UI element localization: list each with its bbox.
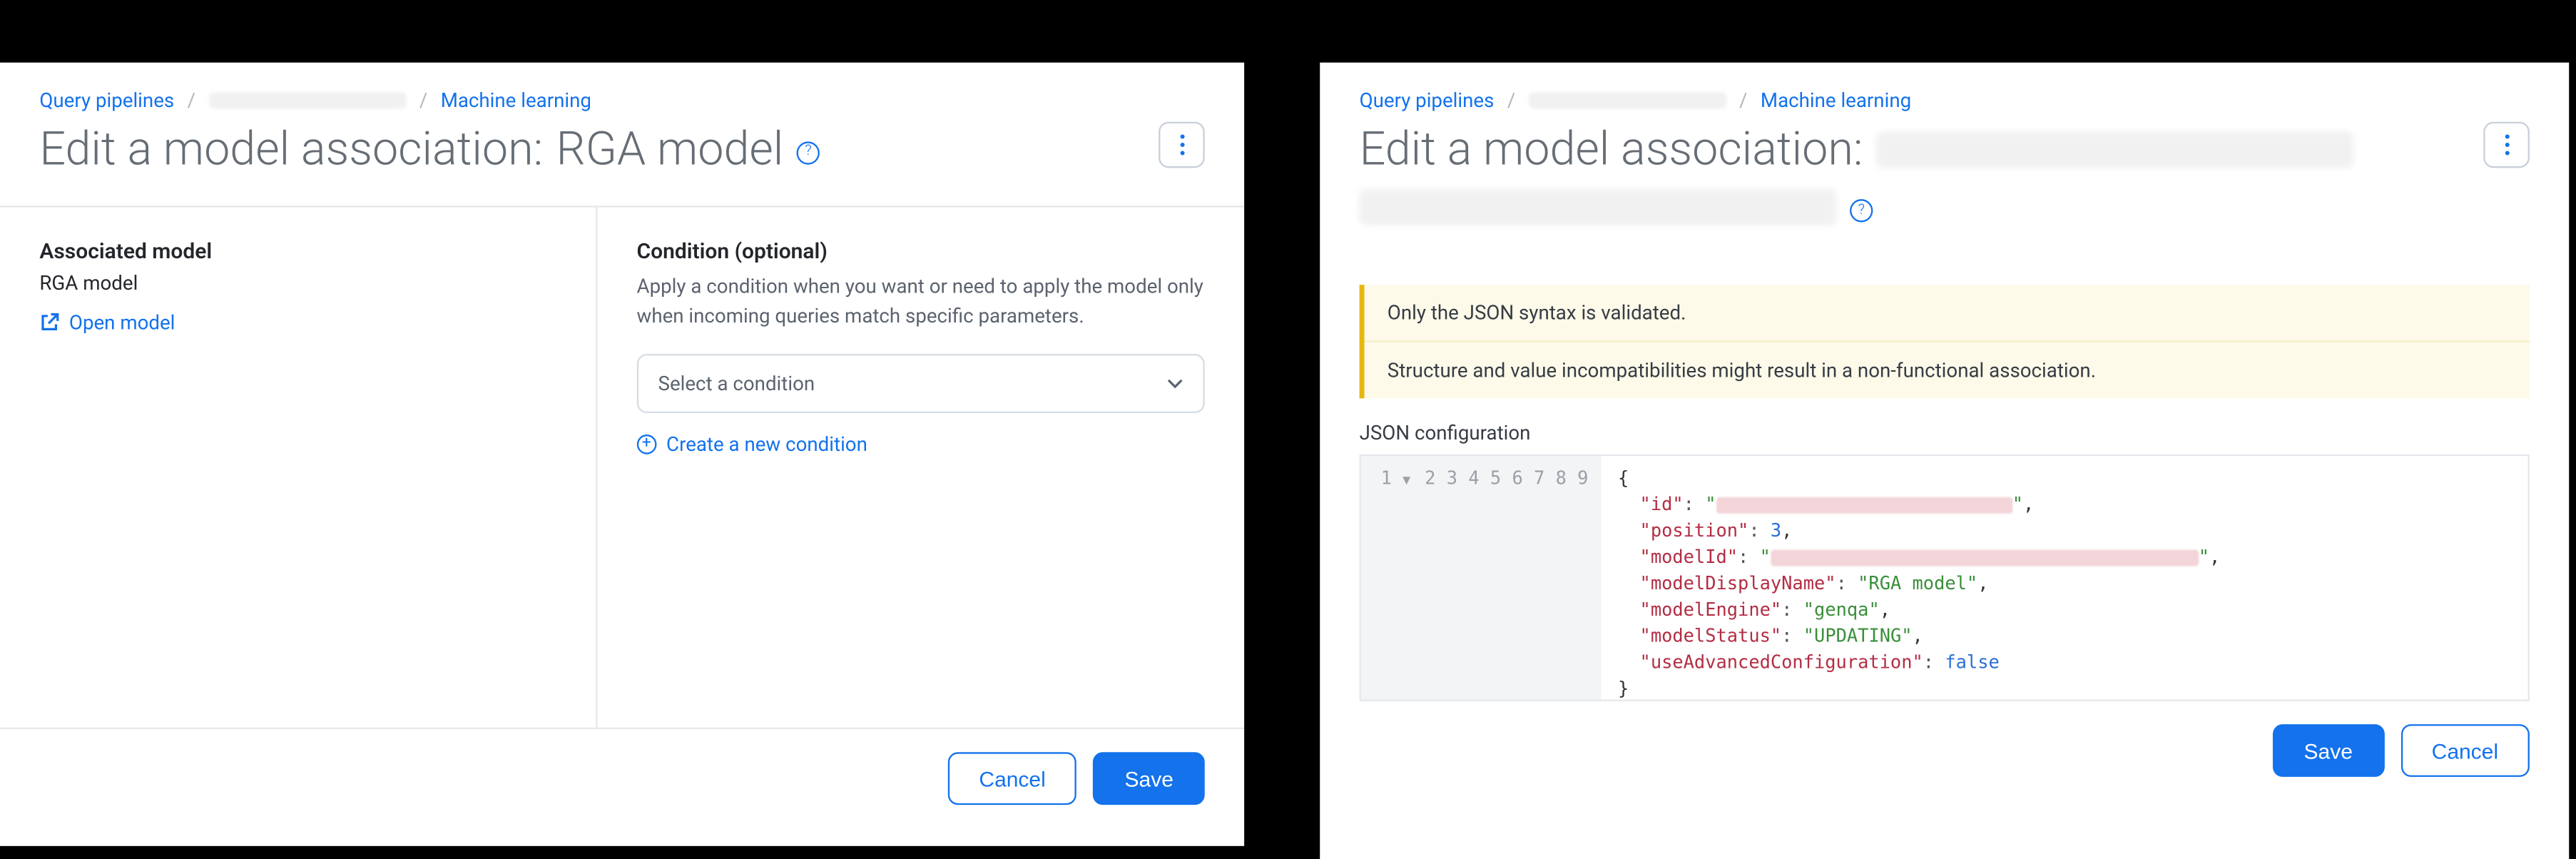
panel-body: Associated model RGA model Open model Co… xyxy=(0,208,1244,728)
panel-footer: Save Cancel xyxy=(1320,701,2569,800)
condition-section: Condition (optional) Apply a condition w… xyxy=(597,208,1244,728)
cancel-button[interactable]: Cancel xyxy=(948,752,1077,805)
page-title-redacted-2 xyxy=(1360,189,1837,225)
condition-select[interactable]: Select a condition xyxy=(637,354,1205,413)
page-title-prefix: Edit a model association: xyxy=(1360,122,1863,176)
open-model-label: Open model xyxy=(69,311,175,334)
warning-line-2: Structure and value incompatibilities mi… xyxy=(1365,342,2530,398)
redacted-modelid-value xyxy=(1771,549,2199,566)
validation-warning: Only the JSON syntax is validated. Struc… xyxy=(1360,285,2530,398)
editor-gutter: 1 ▼ 2 3 4 5 6 7 8 9 xyxy=(1361,456,1602,699)
page-title-model: RGA model xyxy=(556,122,784,176)
edit-association-panel-basic: Query pipelines / / Machine learning Edi… xyxy=(0,63,1244,846)
page-title-redacted-1 xyxy=(1876,131,2353,167)
kebab-icon xyxy=(2504,133,2509,156)
associated-model-heading: Associated model xyxy=(39,240,556,265)
page-title-prefix: Edit a model association: xyxy=(39,122,543,176)
breadcrumb-separator: / xyxy=(1507,89,1515,112)
panel-footer: Cancel Save xyxy=(0,728,1244,828)
breadcrumb-machine-learning[interactable]: Machine learning xyxy=(441,89,591,112)
associated-model-name: RGA model xyxy=(39,272,556,295)
associated-model-section: Associated model RGA model Open model xyxy=(0,208,597,728)
condition-select-placeholder: Select a condition xyxy=(658,372,815,395)
save-button[interactable]: Save xyxy=(1094,752,1205,805)
condition-heading: Condition (optional) xyxy=(637,240,1205,265)
cancel-button[interactable]: Cancel xyxy=(2401,724,2530,777)
page-title: Edit a model association: ? xyxy=(1360,122,2413,225)
breadcrumb-pipeline-name-redacted[interactable] xyxy=(209,92,407,108)
breadcrumb-query-pipelines[interactable]: Query pipelines xyxy=(39,89,174,112)
page-header: Edit a model association: ? xyxy=(1320,112,2569,255)
breadcrumb-separator: / xyxy=(1739,89,1747,112)
chevron-down-icon xyxy=(1167,375,1183,392)
redacted-id-value xyxy=(1716,497,2012,514)
info-icon[interactable]: ? xyxy=(1850,199,1873,222)
edit-association-panel-json: Query pipelines / / Machine learning Edi… xyxy=(1320,63,2569,859)
breadcrumb-pipeline-name-redacted[interactable] xyxy=(1529,92,1726,108)
breadcrumb-machine-learning[interactable]: Machine learning xyxy=(1761,89,1911,112)
breadcrumb-separator: / xyxy=(188,89,195,112)
kebab-icon xyxy=(1179,133,1184,156)
info-icon[interactable]: ? xyxy=(797,141,820,163)
warning-line-1: Only the JSON syntax is validated. xyxy=(1365,285,2530,342)
create-condition-label: Create a new condition xyxy=(666,433,867,456)
breadcrumb: Query pipelines / / Machine learning xyxy=(0,63,1244,112)
breadcrumb: Query pipelines / / Machine learning xyxy=(1320,63,2569,112)
open-model-link[interactable]: Open model xyxy=(39,311,556,334)
create-condition-link[interactable]: + Create a new condition xyxy=(637,433,1205,456)
page-header: Edit a model association: RGA model ? xyxy=(0,112,1244,208)
more-actions-button[interactable] xyxy=(1159,122,1205,168)
editor-body[interactable]: { "id": "", "position": 3, "modelId": ""… xyxy=(1602,456,2528,699)
external-link-icon xyxy=(39,312,59,332)
save-button[interactable]: Save xyxy=(2273,724,2384,777)
json-editor[interactable]: 1 ▼ 2 3 4 5 6 7 8 9 { "id": "", "positio… xyxy=(1360,454,2530,701)
more-actions-button[interactable] xyxy=(2483,122,2530,168)
page-title: Edit a model association: RGA model ? xyxy=(39,122,820,176)
breadcrumb-separator: / xyxy=(419,89,427,112)
condition-description: Apply a condition when you want or need … xyxy=(637,272,1205,331)
breadcrumb-query-pipelines[interactable]: Query pipelines xyxy=(1360,89,1495,112)
json-config-label: JSON configuration xyxy=(1320,422,2569,444)
plus-circle-icon: + xyxy=(637,434,657,454)
